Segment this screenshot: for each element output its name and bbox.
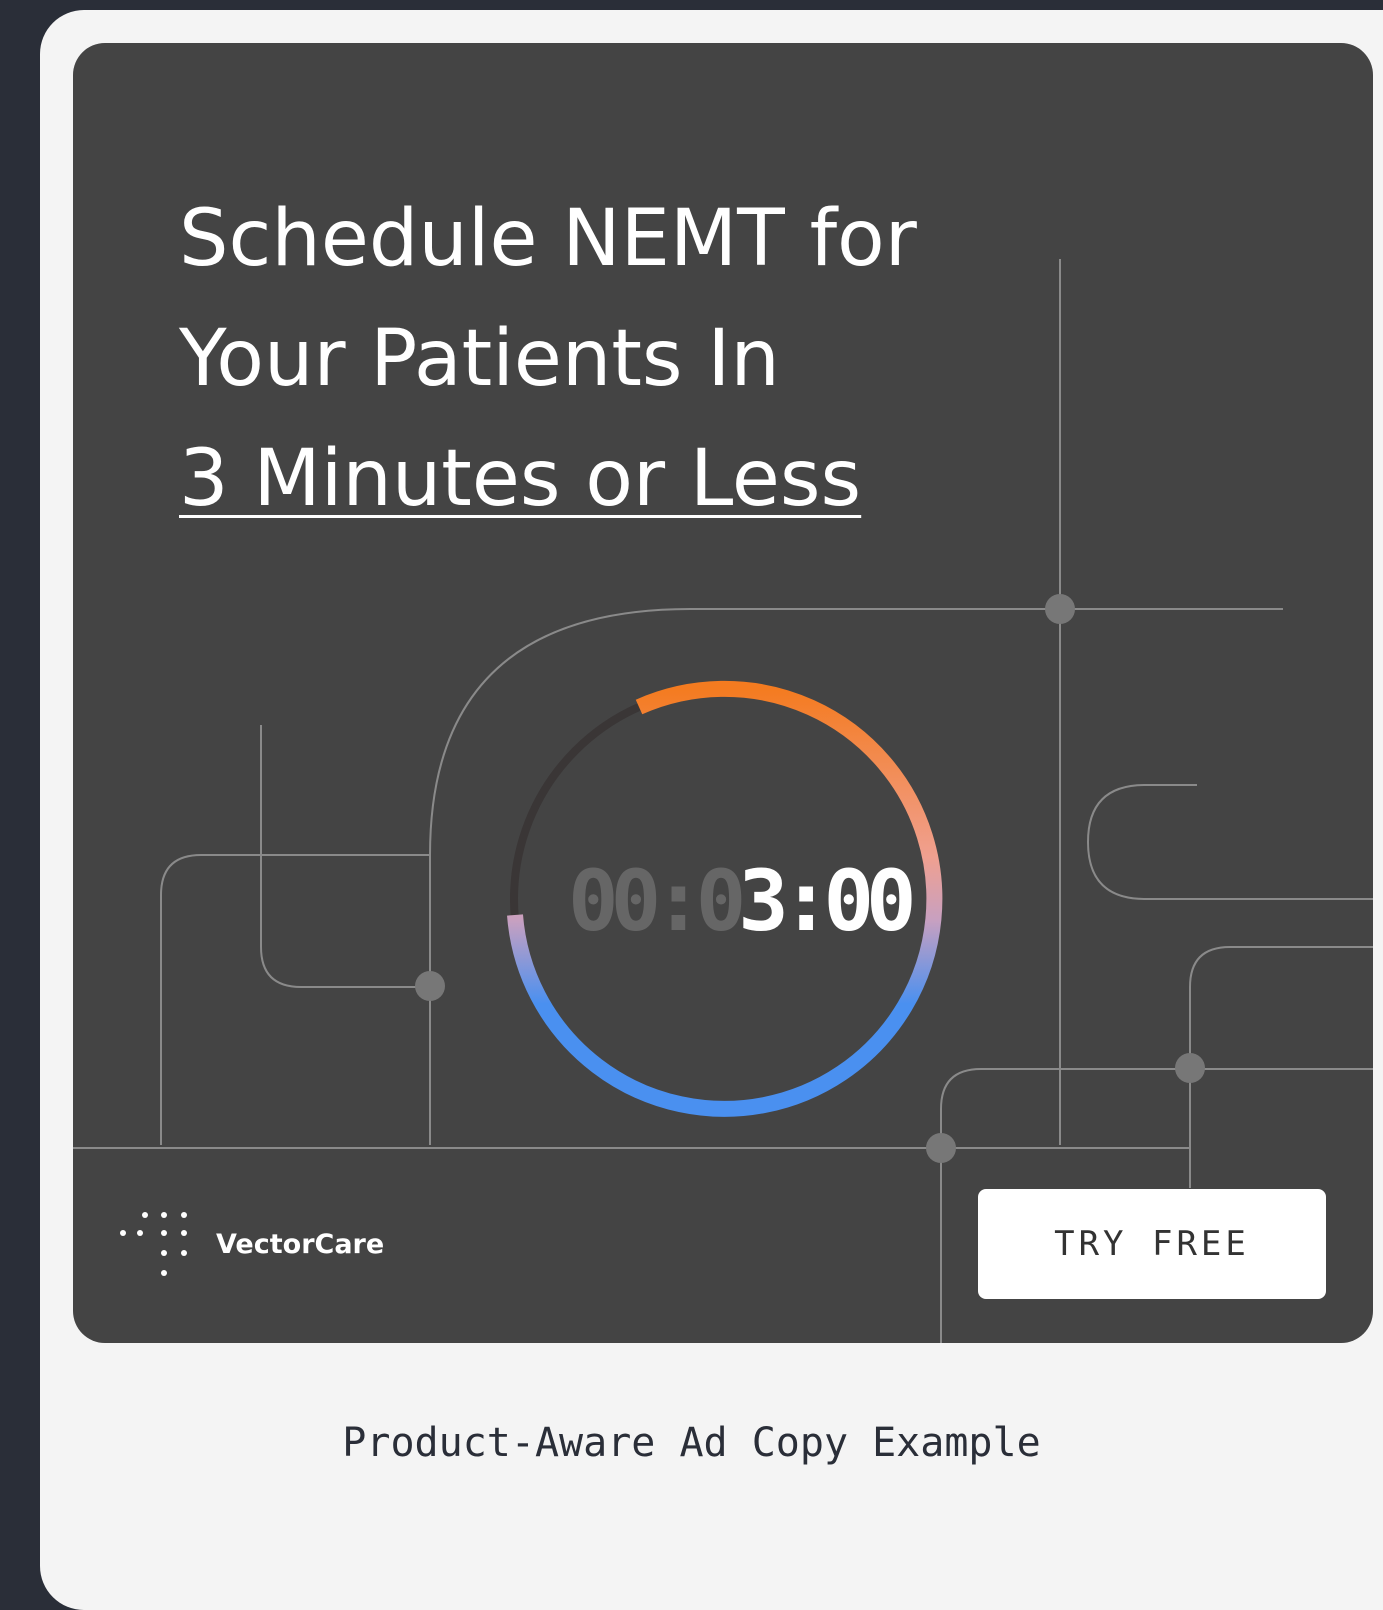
ad-banner: Schedule NEMT for Your Patients In 3 Min… <box>73 43 1373 1343</box>
countdown-timer: 00:03:00 <box>568 856 917 946</box>
headline-line-3-underlined: 3 Minutes or Less <box>179 434 862 524</box>
timer-inactive-digits: 00:0 <box>568 852 746 950</box>
headline: Schedule NEMT for Your Patients In 3 Min… <box>179 179 917 539</box>
try-free-button[interactable]: TRY FREE <box>978 1189 1326 1299</box>
brand-name: VectorCare <box>216 1229 385 1260</box>
vectorcare-logo-icon <box>120 1212 187 1276</box>
headline-line-2: Your Patients In <box>179 314 780 404</box>
timer-active-digits: 3:00 <box>738 852 916 950</box>
headline-line-1: Schedule NEMT for <box>179 194 917 284</box>
caption: Product-Aware Ad Copy Example <box>342 1420 1041 1466</box>
